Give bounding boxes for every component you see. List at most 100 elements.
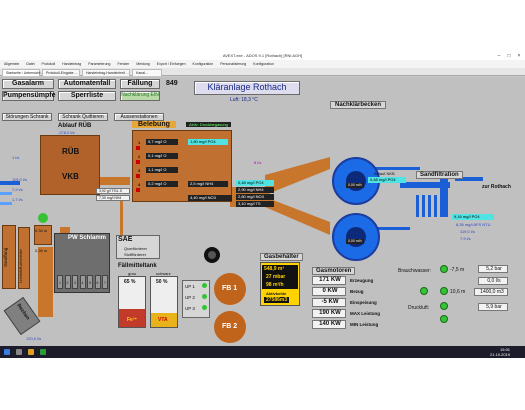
rueb-label: RÜB (62, 147, 80, 156)
schrank-quittieren-button[interactable]: Schrank Quittieren (58, 113, 108, 121)
taskbar-date: 21.10.2019 (490, 352, 511, 357)
motor-label: Bezug (350, 289, 364, 294)
gasbehaelter-label: Gasbehälter (260, 253, 303, 261)
bottom-value: 120,0 l/s (26, 336, 42, 341)
menu-item-1[interactable]: Datei (26, 62, 34, 66)
ablauf-nkb-label: Ablauf NKB (374, 171, 395, 176)
up2-status-icon (202, 294, 207, 299)
up-0: UP 1 (185, 284, 195, 289)
tab-3[interactable]: Kanal... (132, 69, 162, 76)
beleb-row-marker (136, 146, 140, 150)
up3-status-icon (202, 305, 207, 310)
window-title: AVEXT.exe - ADOS 9.1 [Rothach] [RNI AGH] (0, 52, 525, 60)
beleb-row-no: 2 (138, 154, 141, 159)
motor-value: 171 KW (312, 276, 346, 285)
faellmittel-label: Fällmitteltank (118, 263, 157, 269)
bw-m: 10,6 m (450, 289, 466, 295)
menu-item-5[interactable]: Fenster (117, 62, 129, 66)
up1-status-icon (202, 283, 207, 288)
luft-label: Luft: 18,3 °C (230, 97, 258, 103)
menu-item-10[interactable]: Konfiguration (253, 62, 274, 66)
sae-item-0: Querförderer (124, 246, 147, 251)
taskbar-clock: 15:01 21.10.2019 (490, 347, 510, 357)
page-title: Kläranlage Rothach (194, 81, 300, 95)
motor-label: MIN Leistung (350, 322, 379, 327)
brauchwasser-label: Brauchwasser: (398, 268, 432, 274)
sae-label: SAE (118, 236, 133, 243)
pumpensuempfe-button[interactable]: Pumpensümpfe (2, 91, 56, 101)
dl-bar: 5,9 bar (478, 303, 508, 311)
menu-item-7[interactable]: Export / Einfuegen (157, 62, 186, 66)
sandfiltration-label: Sandfiltration (416, 171, 463, 179)
menu-item-9[interactable]: Personalisierung (220, 62, 246, 66)
stoerungen-button[interactable]: Störungen Schrank (2, 113, 52, 121)
gas-val-2: 98 m³/h (266, 282, 284, 288)
mid-val-2: 2,80 mg/l NO3 (236, 194, 274, 200)
side-val: 8 l/s (254, 160, 262, 165)
zur-rothach-label: zur Rothach (482, 184, 511, 190)
fb1-label: FB 1 (222, 285, 238, 292)
fb2-label: FB 2 (222, 323, 238, 330)
explorer-icon[interactable] (28, 349, 34, 355)
bw-m3: 1400,0 m3 (474, 288, 508, 296)
motor-value: 140 KW (312, 320, 346, 329)
gasalarm-button[interactable]: Gasalarm (2, 79, 54, 89)
maximize-icon[interactable]: □ (504, 52, 514, 60)
close-icon[interactable]: × (514, 52, 524, 60)
gas-val-0: 548,9 m³ (264, 266, 285, 272)
beleb-row-left: 0,2 mg/l O (146, 181, 178, 187)
nachklaerung-button[interactable]: Nachklärung EIN (120, 91, 160, 101)
beleb-row-left: 9,7 mg/l O (146, 139, 178, 145)
beleb-extra: 4,40 mg/l NO3 (188, 195, 232, 201)
automatenfall-button[interactable]: Automatenfall (58, 79, 116, 89)
pw-pump-4: 4 (79, 275, 86, 289)
faellung-button[interactable]: Fällung (120, 79, 160, 89)
left-val-3: 1,7 l/s (12, 197, 23, 202)
menu-item-0[interactable]: Allgemein (4, 62, 19, 66)
tab-1[interactable]: Protokoll-Eingabe ... (42, 69, 80, 76)
beleb-row-no: 4 (138, 182, 141, 187)
vkb-val-1: 7,30 mg/l NH4 (96, 195, 130, 201)
search-icon[interactable] (16, 349, 22, 355)
rueb-vkb-tank (40, 135, 100, 195)
menu-item-2[interactable]: Protokoll (42, 62, 56, 66)
menu-item-3[interactable]: Handeintrag (62, 62, 81, 66)
faellung-count: 849 (166, 80, 178, 87)
sae-item-1: Stoffförderer (124, 252, 147, 257)
pw-pump-7: 7 (102, 275, 108, 289)
pw-pump-1: 1 (57, 275, 63, 289)
beleb-row-no: 3 (138, 168, 141, 173)
menu-item-4[interactable]: Parameterung (88, 62, 110, 66)
tab-bar: Startseite / Uebersicht ... Protokoll-Ei… (0, 68, 525, 76)
minimize-icon[interactable]: – (494, 52, 504, 60)
motor-label: Einspeisung (350, 300, 377, 305)
menu-item-6[interactable]: Meldung (136, 62, 149, 66)
right-val-0: 9,16 mg/l PO4 (452, 214, 494, 220)
tab-2[interactable]: Handeintrag-Handeinheit ... (82, 69, 130, 76)
bw-ls: 0,0 l/s (478, 277, 508, 285)
fe-label: Fe³⁺ (127, 317, 138, 323)
aktivkohle-label: Aktivkohle (266, 291, 287, 296)
left-val-0: 1 l/s (12, 155, 20, 160)
sperrliste-button[interactable]: Sperrliste (58, 91, 116, 101)
menu-item-8[interactable]: Konfiguration (193, 62, 214, 66)
beleb-row-marker (136, 188, 140, 192)
gasmotoren-label: Gasmotoren (312, 267, 356, 275)
aussenstationen-button[interactable]: Aussenstationen (114, 113, 164, 121)
pw-pump-2: 2 (64, 275, 71, 289)
app-icon[interactable] (40, 349, 46, 355)
gas-val-1: 27 mbar (266, 274, 286, 280)
windows-start-icon[interactable] (4, 349, 10, 355)
mid-val-1: 2,90 mg/l NH4 (236, 187, 274, 193)
druckluft-label: Druckluft: (408, 305, 430, 311)
right-val-2: 119,0 l/s (460, 229, 475, 234)
dl-pump-icon (440, 302, 448, 310)
bw-pump-icon (440, 265, 448, 273)
becken1-value: 0,00 m/h (346, 183, 364, 188)
tab-0[interactable]: Startseite / Uebersicht ... (2, 69, 44, 76)
bw-pump2-icon (420, 287, 428, 295)
mid-val-3: 3,10 mg/l TS (236, 201, 274, 207)
pw-level2: 0,26 m (35, 248, 48, 253)
pw-pump-5: 5 (87, 275, 93, 289)
aktivkohle-value: 27586m3 (264, 297, 290, 303)
